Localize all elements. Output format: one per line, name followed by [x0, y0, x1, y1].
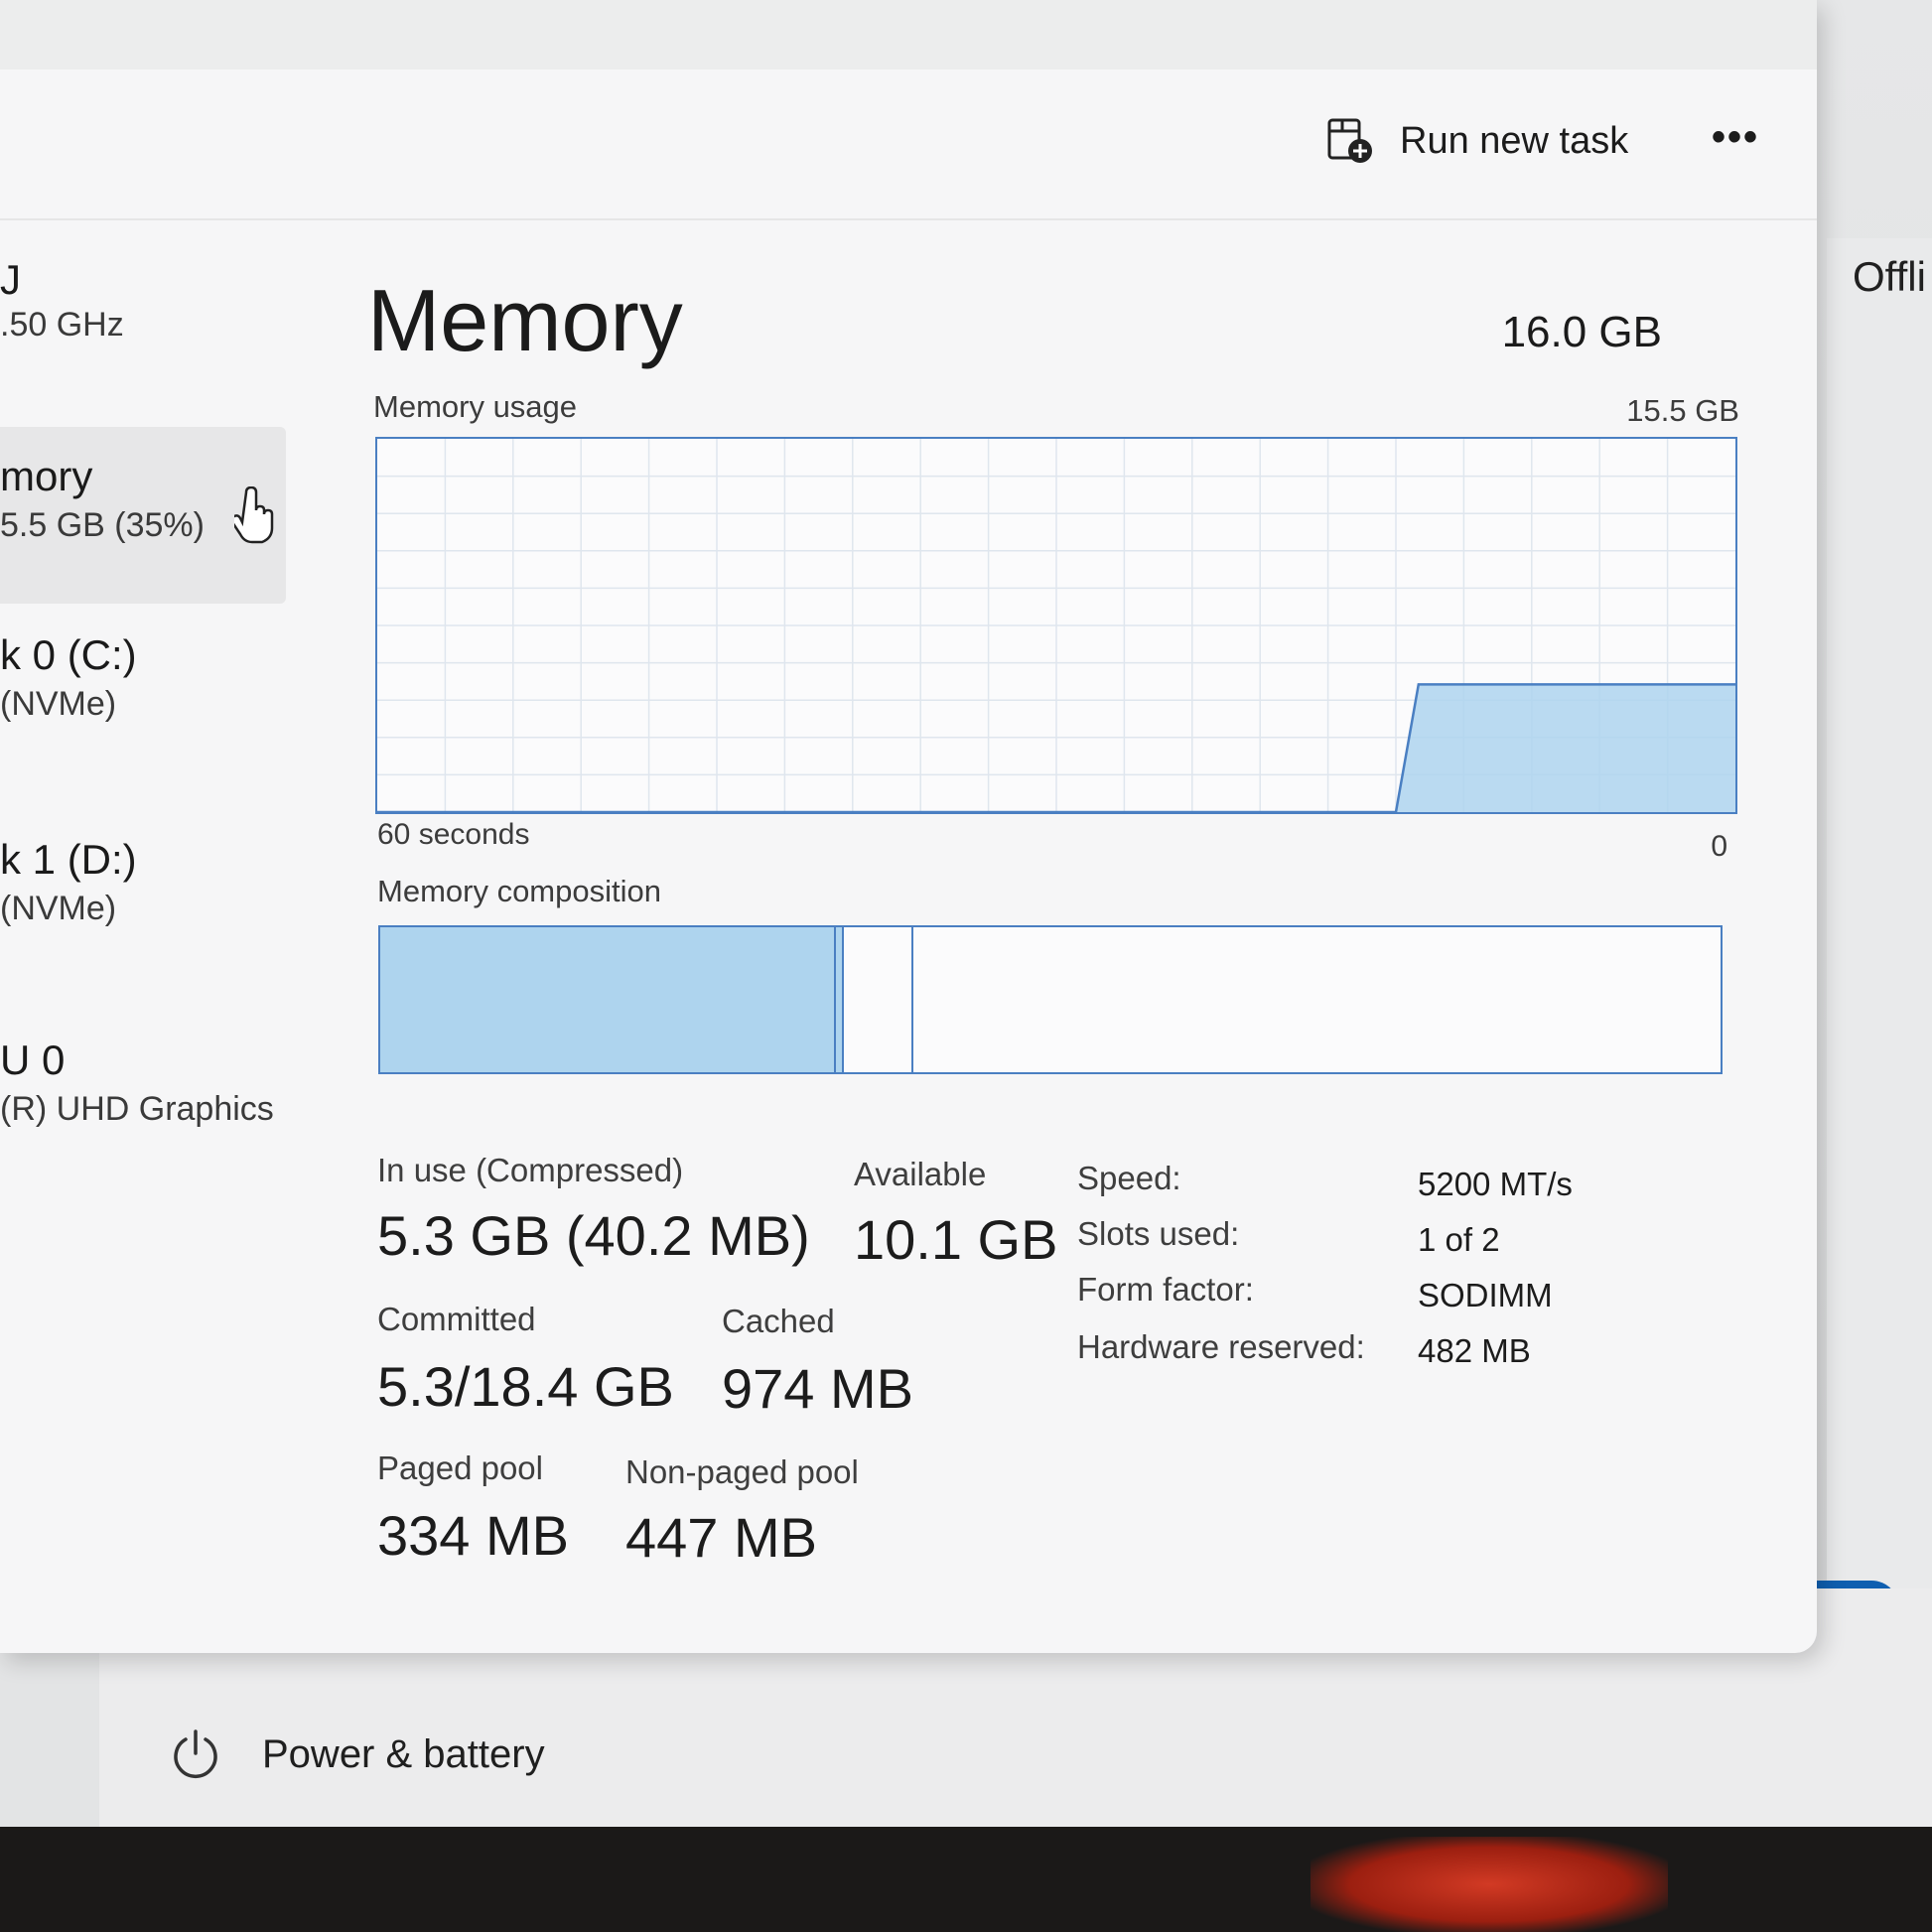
sidebar-item-gpu-0[interactable]: U 0 (R) UHD Graphics: [0, 1036, 286, 1129]
available-value: 10.1 GB: [854, 1208, 1058, 1271]
spec-speed-value: 5200 MT/s: [1418, 1166, 1573, 1202]
red-object: [1311, 1837, 1668, 1932]
screen: Offli Power & battery Run new task ••• J…: [0, 0, 1932, 1932]
cached-value: 974 MB: [722, 1357, 913, 1420]
sidebar-item-title: k 1 (D:): [0, 836, 137, 883]
power-battery-item[interactable]: Power & battery: [169, 1727, 545, 1781]
non-paged-pool-value: 447 MB: [625, 1506, 817, 1569]
spec-hw-reserved-label: Hardware reserved:: [1077, 1328, 1365, 1365]
memory-composition-bar: [378, 925, 1723, 1074]
in-use-label: In use (Compressed): [377, 1152, 684, 1188]
title-bar: [0, 0, 1817, 69]
memory-usage-chart: [377, 439, 1735, 812]
memory-usage-graph: [375, 437, 1737, 814]
more-options-button[interactable]: •••: [1712, 115, 1759, 160]
paged-pool-value: 334 MB: [377, 1504, 569, 1567]
composition-in-use: [380, 927, 836, 1072]
composition-free: [913, 927, 1721, 1072]
composition-modified: [836, 927, 845, 1072]
hand-cursor-icon: [230, 485, 274, 546]
offline-label: Offli: [1853, 253, 1926, 300]
spec-form-factor-value: SODIMM: [1418, 1277, 1553, 1313]
graph-time-start: 60 seconds: [377, 818, 530, 851]
sidebar-item-disk-0[interactable]: k 0 (C:) (NVMe): [0, 631, 286, 724]
toolbar: Run new task •••: [0, 69, 1817, 220]
background-window-right: [1827, 238, 1932, 1608]
memory-usage-max: 15.5 GB: [1626, 393, 1739, 428]
power-battery-label: Power & battery: [262, 1731, 545, 1776]
sidebar-item-title: U 0: [0, 1036, 66, 1083]
sidebar-item-title: k 0 (C:): [0, 631, 137, 678]
run-task-icon: [1326, 117, 1374, 165]
available-label: Available: [854, 1156, 987, 1192]
run-new-task-label: Run new task: [1400, 119, 1629, 162]
non-paged-pool-label: Non-paged pool: [625, 1453, 859, 1490]
sidebar-item-disk-1[interactable]: k 1 (D:) (NVMe): [0, 836, 286, 928]
memory-composition-label: Memory composition: [377, 874, 661, 908]
in-use-value: 5.3 GB (40.2 MB): [377, 1204, 810, 1267]
spec-slots-label: Slots used:: [1077, 1215, 1240, 1252]
spec-hw-reserved-value: 482 MB: [1418, 1332, 1531, 1369]
power-icon: [169, 1727, 222, 1781]
run-new-task-button[interactable]: Run new task: [1326, 117, 1628, 165]
paged-pool-label: Paged pool: [377, 1449, 543, 1486]
sidebar-item-subtitle: (R) UHD Graphics: [0, 1090, 274, 1128]
composition-standby: [844, 927, 914, 1072]
task-manager-window: Run new task ••• J .50 GHz mory 5.5 GB (…: [0, 0, 1817, 1653]
sidebar-item-title: J: [0, 256, 21, 303]
spec-slots-value: 1 of 2: [1418, 1221, 1500, 1258]
total-memory: 16.0 GB: [1501, 308, 1662, 356]
committed-value: 5.3/18.4 GB: [377, 1355, 674, 1418]
sidebar-item-subtitle: (NVMe): [0, 890, 117, 927]
committed-label: Committed: [377, 1301, 536, 1337]
sidebar-item-subtitle: (NVMe): [0, 685, 117, 723]
memory-usage-label: Memory usage: [373, 389, 578, 424]
spec-speed-label: Speed:: [1077, 1160, 1181, 1196]
spec-form-factor-label: Form factor:: [1077, 1271, 1254, 1308]
cached-label: Cached: [722, 1303, 835, 1339]
graph-time-end: 0: [1711, 830, 1727, 863]
